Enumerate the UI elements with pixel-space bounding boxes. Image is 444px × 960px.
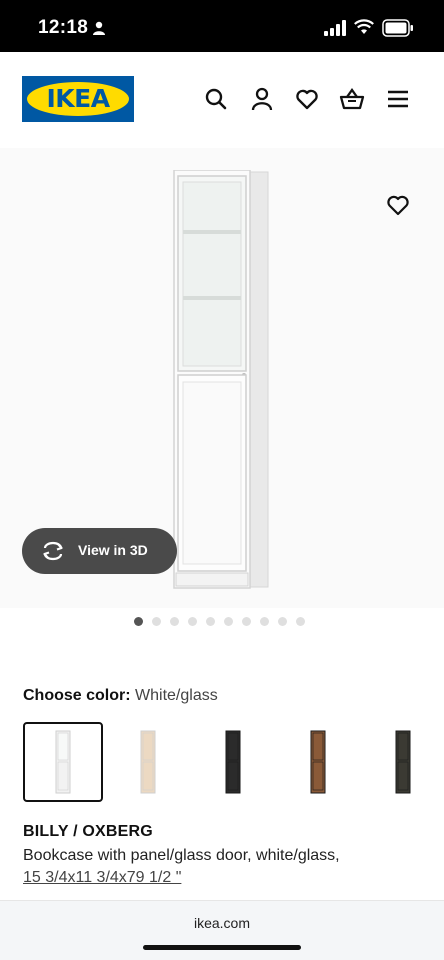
product-image[interactable]: View in 3D	[0, 148, 444, 608]
choose-color-heading: Choose color: White/glass	[23, 687, 218, 705]
color-swatch-white-glass[interactable]	[23, 722, 103, 802]
carousel-dot[interactable]	[278, 617, 287, 626]
person-icon	[93, 21, 105, 35]
search-icon[interactable]	[203, 86, 229, 112]
carousel-dot[interactable]	[296, 617, 305, 626]
wifi-icon	[354, 19, 374, 34]
choose-color-label: Choose color:	[23, 687, 131, 704]
view-in-3d-label: View in 3D	[78, 542, 148, 558]
carousel-dot[interactable]	[188, 617, 197, 626]
view-in-3d-button[interactable]: View in 3D	[22, 528, 177, 574]
carousel-indicator	[134, 617, 305, 627]
favorite-button[interactable]	[385, 192, 411, 218]
account-icon[interactable]	[249, 86, 275, 112]
swatch-bookcase-thumbnail	[310, 730, 326, 794]
signal-icon	[324, 20, 346, 36]
swatch-bookcase-thumbnail	[395, 730, 411, 794]
heart-icon[interactable]	[294, 86, 320, 112]
ikea-logo[interactable]: IKEA	[22, 76, 134, 122]
swatch-bookcase-thumbnail	[140, 730, 156, 794]
swatch-bookcase-thumbnail	[225, 730, 241, 794]
carousel-dot[interactable]	[170, 617, 179, 626]
browser-url-bar[interactable]: ikea.com	[0, 900, 444, 960]
status-bar: 12:18	[0, 0, 444, 52]
rotate-3d-icon	[43, 541, 63, 561]
color-swatch-list	[23, 722, 444, 804]
carousel-dot[interactable]	[152, 617, 161, 626]
status-time: 12:18	[38, 17, 89, 38]
color-swatch-brown[interactable]	[278, 722, 358, 802]
carousel-dot[interactable]	[224, 617, 233, 626]
product-size-link[interactable]: 15 3/4x11 3/4x79 1/2 "	[23, 869, 181, 887]
color-swatch-dark[interactable]	[363, 722, 443, 802]
product-name: BILLY / OXBERG	[23, 823, 153, 840]
heart-icon	[387, 195, 409, 216]
site-header: IKEA	[0, 52, 444, 148]
choose-color-value: White/glass	[135, 687, 218, 704]
carousel-dot[interactable]	[206, 617, 215, 626]
logo-text: IKEA	[46, 84, 110, 113]
color-swatch-black[interactable]	[193, 722, 273, 802]
carousel-dot[interactable]	[134, 617, 143, 626]
swatch-bookcase-thumbnail	[55, 730, 71, 794]
url-text: ikea.com	[193, 915, 251, 931]
product-description: Bookcase with panel/glass door, white/gl…	[23, 847, 340, 864]
basket-icon[interactable]	[339, 86, 365, 112]
carousel-dot[interactable]	[260, 617, 269, 626]
home-indicator[interactable]	[143, 945, 301, 950]
bookcase-image	[173, 170, 269, 589]
menu-icon[interactable]	[385, 86, 411, 112]
battery-icon	[382, 19, 413, 37]
carousel-dot[interactable]	[242, 617, 251, 626]
color-swatch-birch[interactable]	[108, 722, 188, 802]
